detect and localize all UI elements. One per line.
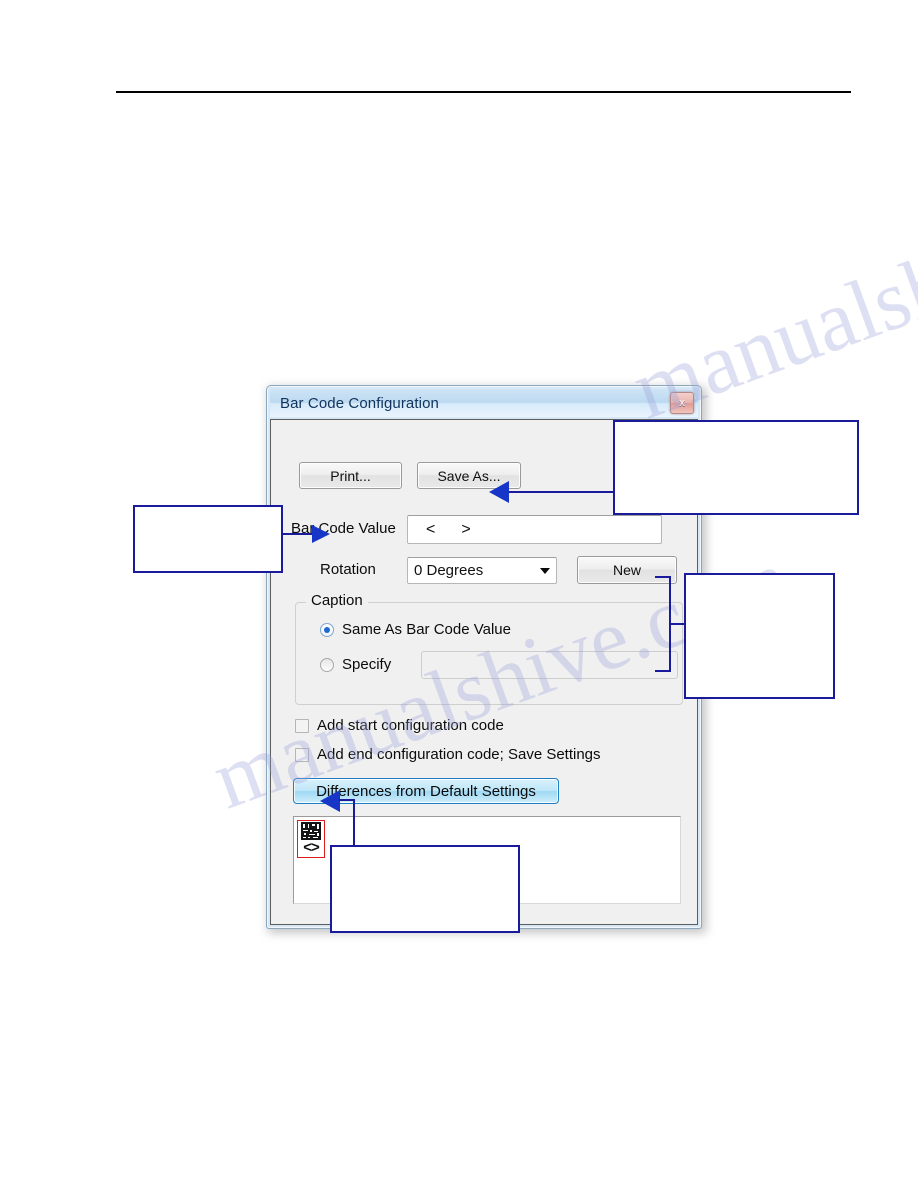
radio-same-as-bar-code-value[interactable]: Same As Bar Code Value	[320, 621, 511, 638]
radio-specify[interactable]: Specify	[320, 656, 391, 673]
callout-preview-arrow-icon	[320, 790, 340, 812]
checkbox-label: Add start configuration code	[317, 717, 504, 734]
page-header-rule	[116, 91, 851, 93]
caption-bracket	[655, 576, 671, 672]
radio-same-label: Same As Bar Code Value	[342, 621, 511, 638]
callout-barcode-value	[613, 420, 859, 515]
callout-preview-item	[330, 845, 520, 933]
callout-rotation	[133, 505, 283, 573]
bar-code-value-right-char: >	[461, 520, 471, 538]
specify-input[interactable]	[421, 651, 678, 679]
rotation-label: Rotation	[320, 561, 376, 578]
bar-code-value-input[interactable]: < >	[407, 515, 662, 544]
callout-caption	[684, 573, 835, 699]
bar-code-value-left-char: <	[426, 520, 436, 538]
dialog-titlebar[interactable]: Bar Code Configuration x	[270, 389, 698, 417]
callout-rotation-connector	[283, 533, 314, 535]
close-icon: x	[678, 396, 686, 409]
checkbox-icon	[295, 718, 309, 733]
print-button[interactable]: Print...	[299, 462, 402, 489]
callout-rotation-arrow-icon	[312, 525, 330, 543]
callout-caption-connector	[670, 623, 685, 625]
radio-icon-unselected	[320, 657, 334, 672]
checkbox-label: Add end configuration code; Save Setting…	[317, 746, 601, 763]
checkbox-add-end-configuration-code[interactable]: Add end configuration code; Save Setting…	[295, 746, 601, 763]
checkbox-add-start-configuration-code[interactable]: Add start configuration code	[295, 717, 504, 734]
radio-icon-selected	[320, 622, 334, 637]
close-button[interactable]: x	[670, 392, 694, 414]
caption-group-legend: Caption	[306, 592, 368, 609]
callout-preview-connector-v	[353, 799, 355, 846]
rotation-select[interactable]: 0 Degrees	[407, 557, 557, 584]
radio-specify-label: Specify	[342, 656, 392, 673]
barcode-preview-item[interactable]: <>	[297, 820, 325, 858]
callout-barcode-value-arrow-icon	[489, 481, 509, 503]
dialog-title: Bar Code Configuration	[280, 394, 439, 412]
callout-barcode-value-connector	[508, 491, 615, 493]
rotation-selected-value: 0 Degrees	[414, 562, 484, 579]
barcode-glyph-icon	[301, 822, 321, 840]
barcode-item-caption: <>	[303, 839, 320, 856]
caption-groupbox: Caption Same As Bar Code Value Specify	[295, 592, 683, 705]
chevron-down-icon	[540, 567, 550, 574]
checkbox-icon	[295, 747, 309, 762]
